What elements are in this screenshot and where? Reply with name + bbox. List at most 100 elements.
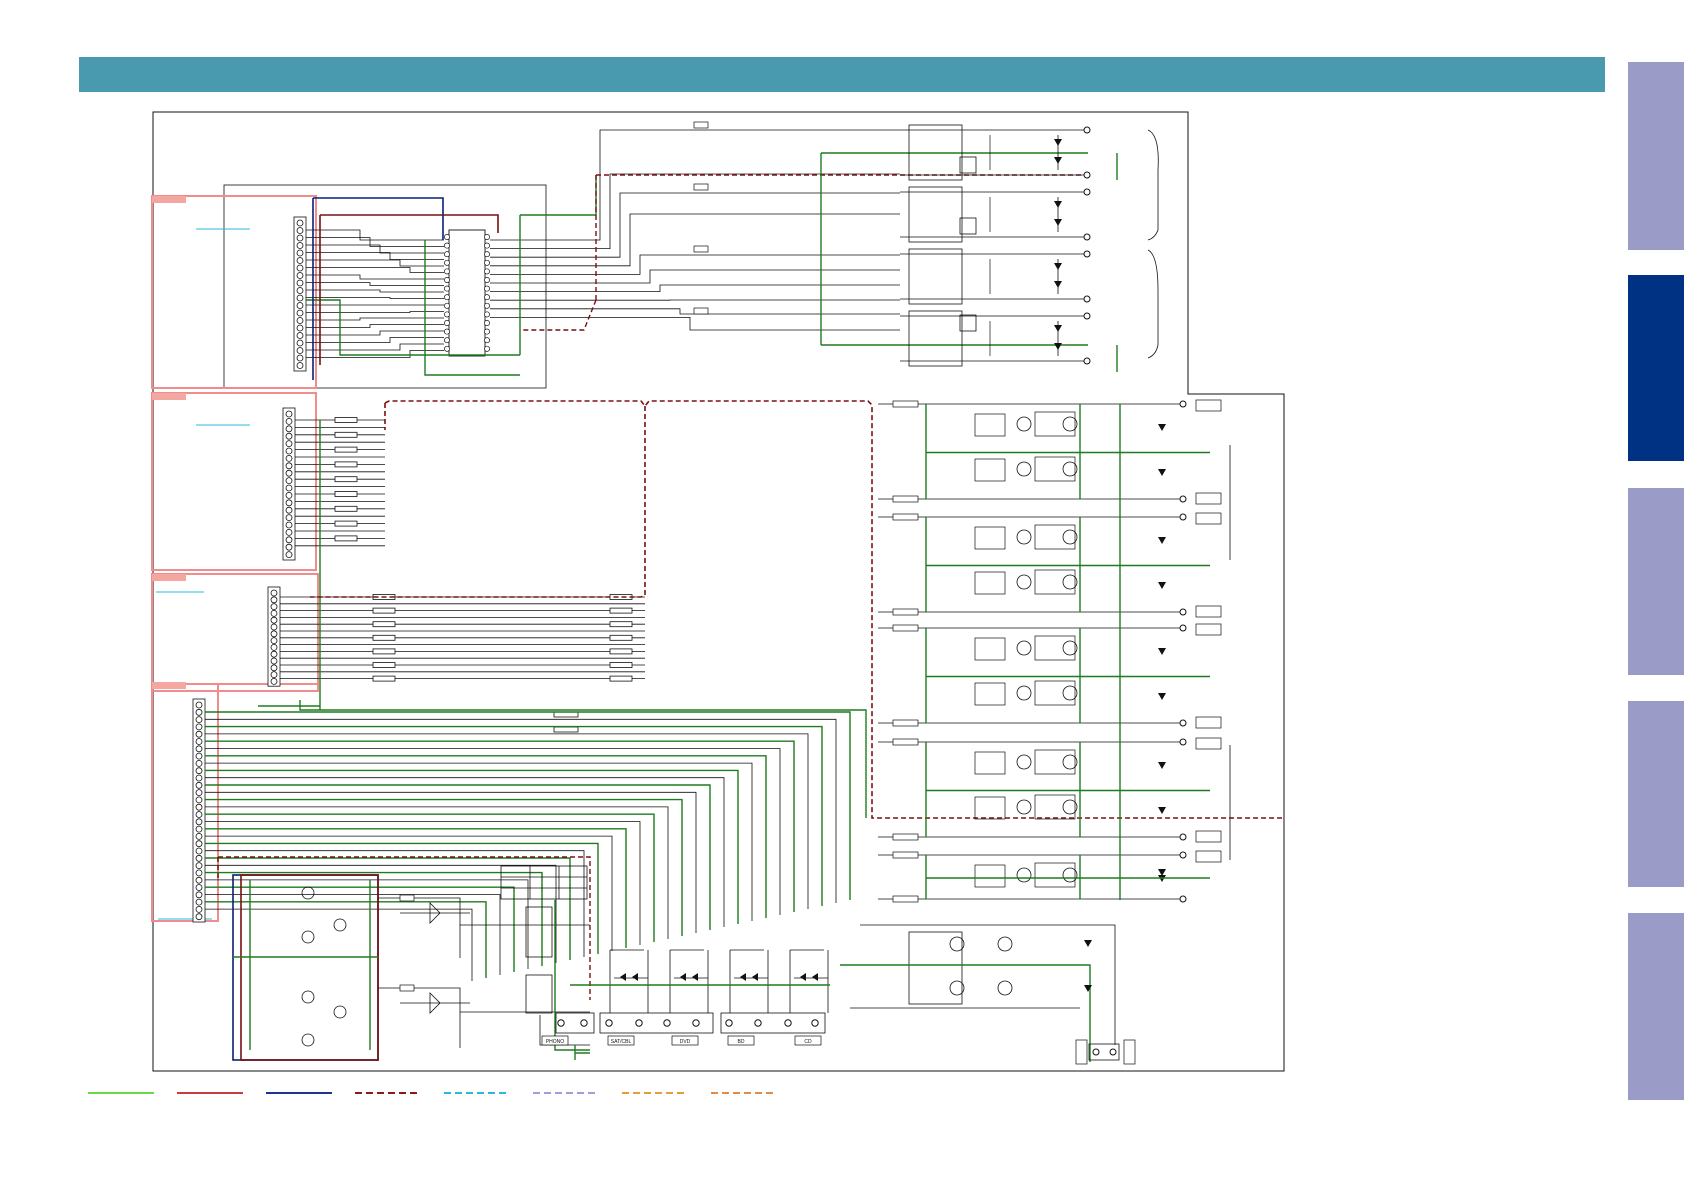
pin [296,354,304,362]
pin [296,287,304,294]
signal-wire [306,267,444,273]
ground-wire [205,828,627,948]
resistor [892,513,919,521]
pin [285,425,293,433]
pin [195,781,203,789]
ic-pin-left [444,234,450,240]
eq-stage [378,987,470,1048]
pin [285,417,293,425]
diode [1084,940,1092,992]
signal-wire [306,324,444,328]
ic-pin-right [484,337,490,344]
navy-wire-top [312,197,444,380]
input-wire [669,949,709,1013]
relay-box [908,310,963,367]
pin [195,833,203,840]
transistor-pair-box [974,458,1006,482]
pin [195,789,203,796]
pin [296,279,304,287]
pin [285,536,293,544]
signal-wire [205,879,529,969]
resistor [892,719,919,727]
stage-wire [900,253,1085,300]
diode [1158,424,1166,476]
amp-ground [925,628,1081,723]
terminal [1083,312,1091,320]
input-wire [609,949,649,1013]
ic-pin-left [444,285,450,292]
stage-wire [900,191,1085,238]
pin [270,589,278,597]
pin [195,730,203,738]
pin [296,234,304,242]
pin [270,644,278,651]
transistor [1016,461,1032,477]
pin [296,242,304,249]
transistor-pair-box [974,637,1006,661]
pin [296,249,304,257]
chassis-ground [574,1045,590,1060]
terminal [1083,357,1091,365]
pin [285,447,293,455]
rca-jack [692,1019,700,1027]
resistor [334,461,358,468]
output-box [1034,749,1076,775]
pin [270,650,278,658]
diode-pair [740,973,758,981]
pin [195,774,203,782]
ic-pin-left [444,294,450,301]
ic-pin-right [484,268,490,275]
lower-wire [850,924,1116,1045]
label-box [1075,1039,1088,1065]
pin [195,884,203,891]
transistor [301,930,315,944]
output-label-box [1195,830,1222,843]
terminal [1083,250,1091,258]
pin [195,876,203,884]
pin [296,302,304,309]
ground-wire [205,711,851,900]
pin [195,752,203,760]
lower-right-block [840,924,1136,1065]
resistor [892,738,919,746]
signal-wire [490,284,900,292]
resistor [892,851,919,859]
amp-ground [925,517,1081,612]
ic-pin-right [484,320,490,326]
output-label-box [1195,399,1222,412]
signal-wire [306,289,444,293]
output-box [1034,456,1076,482]
pin [296,347,304,354]
transistor-pair-box [974,796,1006,820]
transistor-pair-box [974,413,1006,437]
pin [285,506,293,514]
pin [296,294,304,302]
resistor [693,183,709,191]
diode-pair [680,973,698,981]
terminal [1179,833,1187,841]
relay-coil [959,156,977,174]
pin [285,469,293,477]
signal-wire [306,311,444,313]
amp-rail [878,627,1183,724]
pin [296,339,304,347]
pin [296,332,304,339]
resistor [553,726,579,733]
resistor [892,624,919,632]
cd-label: CD [804,1039,812,1045]
resistor [372,675,396,682]
terminal [1083,188,1091,196]
resistor [334,431,358,438]
transistor-pair-box [974,571,1006,595]
ic-pin-left [444,268,450,275]
pin [195,716,203,723]
ground-wire [205,725,823,906]
ground-wire [205,886,515,972]
transistor-pair-box [974,682,1006,706]
signal-wire [205,748,781,915]
diode [1158,762,1166,814]
output-box [1034,524,1076,550]
resistor [553,711,579,718]
resistor [609,594,633,600]
relay-coil [959,314,977,332]
